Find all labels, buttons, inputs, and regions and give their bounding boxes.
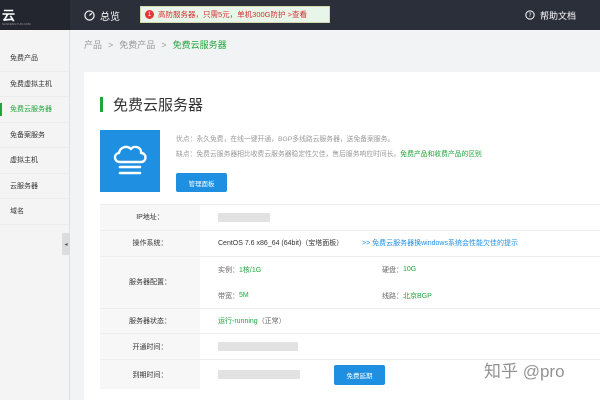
advantages-text: 优点：永久免费，在线一键开通，BGP多线路云服务器，送免备案服务。 <box>176 136 395 143</box>
sidebar-item-label: 免备案服务 <box>10 131 45 139</box>
sidebar-collapse-handle[interactable]: ◂ <box>62 233 70 255</box>
title-accent-bar <box>100 97 103 112</box>
product-description: 优点：永久免费，在线一键开通，BGP多线路云服务器，送免备案服务。 缺点：免费云… <box>176 132 596 162</box>
page-title-text: 免费云服务器 <box>113 97 204 114</box>
windows-tip-link[interactable]: >> 免费云服务器换windows系统会性能欠佳的提示 <box>362 231 518 256</box>
watermark: 知乎 @pro <box>484 362 565 381</box>
sidebar-item-label: 免费云服务器 <box>10 106 52 114</box>
help-docs-link[interactable]: ? 帮助文档 <box>525 6 576 24</box>
help-icon: ? <box>525 10 535 20</box>
sidebar-item-label: 域名 <box>10 208 24 216</box>
manage-panel-button[interactable]: 管理面板 <box>176 173 227 192</box>
disadvantages-line: 缺点：免费云服务器相比收费云服务器稳定性欠佳，售后服务响应时间长。免费产品和收费… <box>176 147 596 162</box>
logo[interactable]: 云 SANFENGYUN.COM <box>0 0 70 30</box>
sidebar-item-free-cloud-server[interactable]: 免费云服务器 <box>0 97 69 123</box>
sidebar-item-free-products[interactable]: 免费产品 <box>0 46 69 72</box>
free-vs-paid-link[interactable]: 免费产品和收费产品的区别 <box>400 151 482 158</box>
notice-text: 高防服务器，只需5元，单机300G防护 >查看 <box>158 10 307 19</box>
status-text: 运行-running <box>218 317 258 325</box>
expire-time-label: 到期时间： <box>100 360 200 390</box>
table-row-status: 服务器状态： 运行-running （正常） <box>100 307 600 334</box>
instance-spec: 实例： 1核/1G <box>218 257 261 283</box>
breadcrumb-item-current: 免费云服务器 <box>172 40 227 50</box>
table-row-ip: IP地址： <box>100 204 600 230</box>
sidebar-item-label: 虚拟主机 <box>10 157 38 165</box>
open-time-value-redacted <box>218 334 298 359</box>
ip-value-redacted <box>218 205 270 230</box>
sidebar-item-free-vhost[interactable]: 免费虚拟主机 <box>0 72 69 97</box>
promo-notice[interactable]: 1 高防服务器，只需5元，单机300G防护 >查看 <box>140 6 330 23</box>
line-spec: 线路： 北京BGP <box>382 283 432 309</box>
os-value: CentOS 7.6 x86_64 (64bit)（宝塔面板） <box>218 240 344 248</box>
line-value: 北京BGP <box>403 292 432 300</box>
product-image <box>100 130 160 192</box>
renew-button-wrap: 免费延期 <box>334 360 385 389</box>
ip-label: IP地址： <box>100 205 200 230</box>
instance-value: 1核/1G <box>239 266 262 274</box>
sidebar-item-domain[interactable]: 域名 <box>0 199 69 225</box>
chevron-right-icon: > <box>161 39 167 50</box>
open-time-label: 开通时间： <box>100 334 200 360</box>
dashboard-icon <box>84 9 95 21</box>
bandwidth-value: 5M <box>239 292 249 300</box>
breadcrumb: 产品 > 免费产品 > 免费云服务器 <box>84 38 227 51</box>
overview-link[interactable]: 总览 <box>84 6 120 24</box>
sidebar-item-no-icp-service[interactable]: 免备案服务 <box>0 123 69 148</box>
page-title: 免费云服务器 <box>100 94 203 115</box>
disk-label: 硬盘： <box>382 266 403 274</box>
sidebar-item-label: 免费产品 <box>10 55 38 63</box>
help-label: 帮助文档 <box>539 10 576 21</box>
main-card: 免费云服务器 优点：永久免费，在线一键开通，BGP多线路云服务器，送免备案服务。… <box>84 72 600 400</box>
status-note: （正常） <box>257 317 286 325</box>
instance-label: 实例： <box>218 266 239 274</box>
top-bar: 云 SANFENGYUN.COM 总览 1 高防服务器，只需5元，单机300G防… <box>0 0 600 30</box>
table-row-os: 操作系统： CentOS 7.6 x86_64 (64bit)（宝塔面板） >>… <box>100 229 600 256</box>
sidebar-item-cloud-server[interactable]: 云服务器 <box>0 174 69 199</box>
sidebar-item-vhost[interactable]: 虚拟主机 <box>0 148 69 174</box>
os-label: 操作系统： <box>100 230 200 256</box>
free-renew-button[interactable]: 免费延期 <box>334 364 385 385</box>
chevron-right-icon: > <box>108 39 114 50</box>
sidebar-item-label: 云服务器 <box>10 182 38 190</box>
table-row-config: 服务器配置： 实例： 1核/1G 硬盘： 10G 带宽： 5M 线路： 北京BG… <box>100 255 600 309</box>
notice-count-badge: 1 <box>145 10 154 19</box>
sidebar-item-label: 免费虚拟主机 <box>10 80 52 88</box>
cloud-server-icon <box>113 145 147 175</box>
breadcrumb-item-products[interactable]: 产品 <box>84 38 102 51</box>
sidebar: 免费产品 免费虚拟主机 免费云服务器 免备案服务 虚拟主机 云服务器 域名 ◂ <box>0 30 70 400</box>
line-label: 线路： <box>382 292 403 300</box>
disadvantages-text: 缺点：免费云服务器相比收费云服务器稳定性欠佳，售后服务响应时间长。 <box>176 151 401 158</box>
breadcrumb-item-free-products[interactable]: 免费产品 <box>119 38 155 51</box>
expire-time-value-redacted <box>218 360 300 389</box>
bandwidth-spec: 带宽： 5M <box>218 283 249 309</box>
collapse-icon: ◂ <box>64 241 68 248</box>
disk-value: 10G <box>403 266 417 274</box>
overview-label: 总览 <box>100 11 120 23</box>
table-row-open-time: 开通时间： <box>100 333 600 360</box>
status-value: 运行-running （正常） <box>218 309 286 334</box>
status-label: 服务器状态： <box>100 308 200 334</box>
config-label: 服务器配置： <box>100 256 200 308</box>
bandwidth-label: 带宽： <box>218 292 239 300</box>
svg-text:?: ? <box>528 13 531 19</box>
logo-subtext: SANFENGYUN.COM <box>2 22 31 26</box>
disk-spec: 硬盘： 10G <box>382 257 416 283</box>
